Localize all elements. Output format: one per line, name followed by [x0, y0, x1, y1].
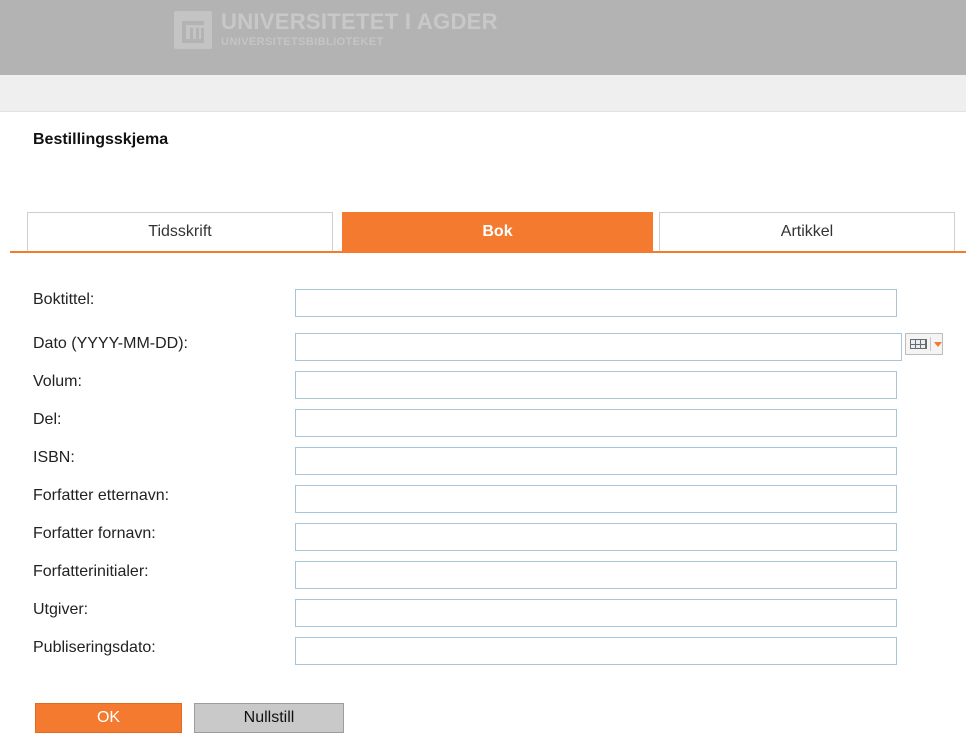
logo-icon [174, 11, 212, 49]
isbn-label: ISBN: [33, 449, 75, 466]
volum-input[interactable] [295, 371, 897, 399]
form-row-publiseringsdato: Publiseringsdato: [0, 637, 966, 665]
ok-button[interactable]: OK [35, 703, 182, 733]
volum-label: Volum: [33, 373, 82, 390]
publiseringsdato-label: Publiseringsdato: [33, 639, 156, 656]
tab-artikkel[interactable]: Artikkel [659, 212, 955, 251]
form-row-volum: Volum: [0, 371, 966, 399]
form-row-forfatter-fornavn: Forfatter fornavn: [0, 523, 966, 551]
forfatterinitialer-label: Forfatterinitialer: [33, 563, 149, 580]
divider [930, 337, 931, 351]
forfatter-etternavn-input[interactable] [295, 485, 897, 513]
logo-name: UNIVERSITETET I AGDER [221, 9, 498, 34]
chevron-down-icon [934, 341, 942, 347]
utgiver-input[interactable] [295, 599, 897, 627]
form-row-forfatter-etternavn: Forfatter etternavn: [0, 485, 966, 513]
isbn-input[interactable] [295, 447, 897, 475]
forfatter-fornavn-input[interactable] [295, 523, 897, 551]
forfatter-fornavn-label: Forfatter fornavn: [33, 525, 156, 542]
publiseringsdato-input[interactable] [295, 637, 897, 665]
page-title: Bestillingsskjema [33, 131, 169, 148]
del-label: Del: [33, 411, 62, 428]
date-picker-button[interactable] [905, 333, 943, 355]
tab-tidsskrift[interactable]: Tidsskrift [27, 212, 333, 251]
header: UNIVERSITETET I AGDER UNIVERSITETSBIBLIO… [0, 0, 966, 75]
tab-underline [10, 251, 966, 253]
form-row-isbn: ISBN: [0, 447, 966, 475]
tab-bok[interactable]: Bok [342, 212, 653, 251]
utgiver-label: Utgiver: [33, 601, 89, 618]
sub-navigation-bar [0, 75, 966, 112]
university-logo[interactable]: UNIVERSITETET I AGDER UNIVERSITETSBIBLIO… [174, 11, 498, 49]
del-input[interactable] [295, 409, 897, 437]
calendar-icon [910, 339, 928, 349]
dato-input[interactable] [295, 333, 902, 361]
reset-button[interactable]: Nullstill [194, 703, 344, 733]
logo-subtitle: UNIVERSITETSBIBLIOTEKET [221, 36, 384, 48]
form-row-del: Del: [0, 409, 966, 437]
form-row-forfatterinitialer: Forfatterinitialer: [0, 561, 966, 589]
tab-bar: Tidsskrift Bok Artikkel [0, 212, 966, 253]
forfatterinitialer-input[interactable] [295, 561, 897, 589]
dato-label: Dato (YYYY-MM-DD): [33, 335, 188, 352]
form-row-utgiver: Utgiver: [0, 599, 966, 627]
form-row-dato: Dato (YYYY-MM-DD): [0, 333, 966, 361]
form-row-boktittel: Boktittel: [0, 289, 966, 317]
forfatter-etternavn-label: Forfatter etternavn: [33, 487, 170, 504]
boktittel-input[interactable] [295, 289, 897, 317]
boktittel-label: Boktittel: [33, 291, 95, 308]
